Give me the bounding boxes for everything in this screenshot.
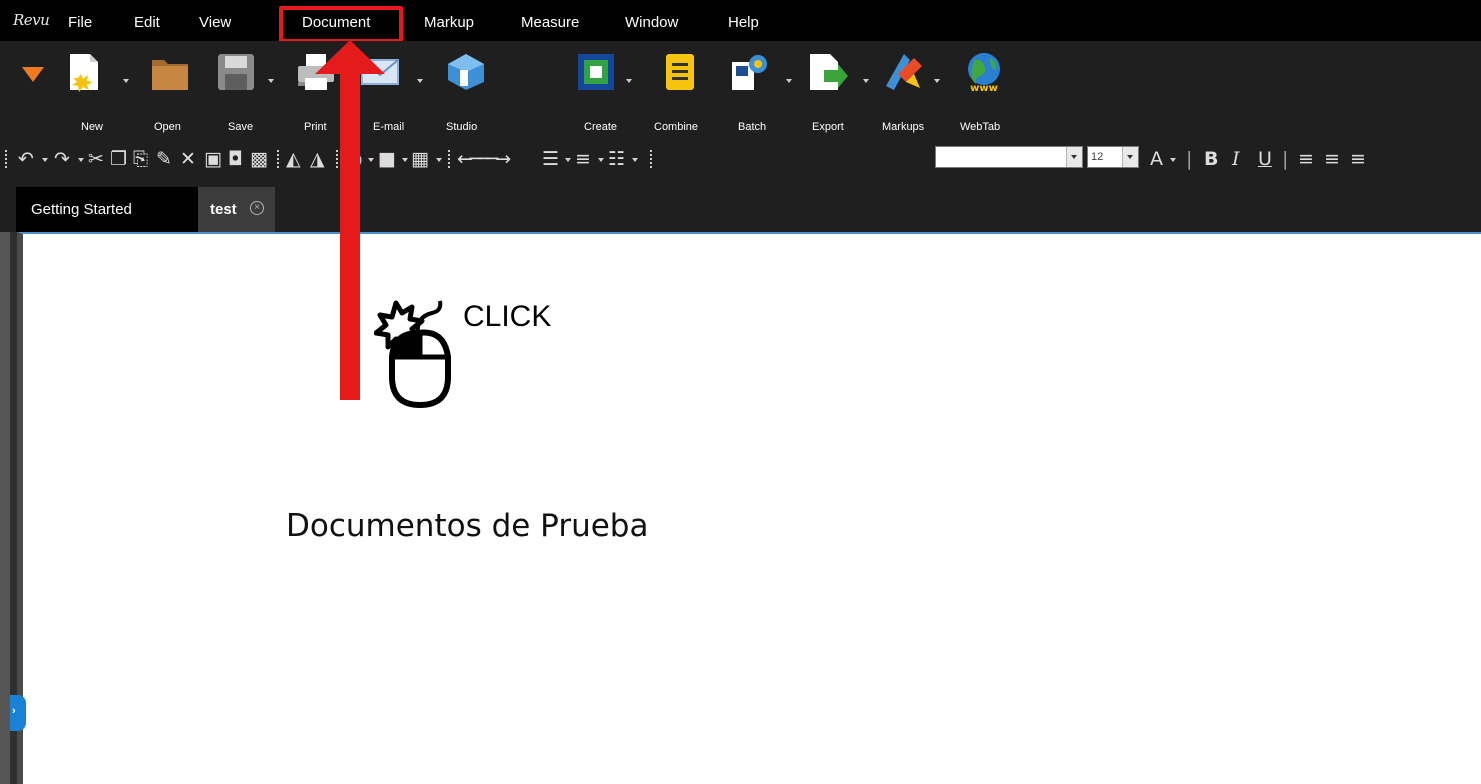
export-icon [810, 54, 848, 90]
divider-icon: | [1186, 148, 1193, 170]
stamp-icon[interactable]: ▩ [250, 148, 268, 170]
export-label: Export [812, 121, 844, 133]
text-color-dropdown-arrow[interactable] [1170, 158, 1176, 162]
italic-icon[interactable]: I [1232, 148, 1240, 170]
folder-icon [152, 60, 188, 90]
batch-label: Batch [738, 121, 767, 133]
font-family-select[interactable] [935, 146, 1083, 168]
text-color-icon[interactable]: A [1150, 148, 1163, 170]
new-label: New [81, 121, 104, 133]
menu-file[interactable]: File [68, 14, 92, 31]
svg-text:www: www [970, 83, 998, 92]
undo-icon[interactable]: ↶ [18, 148, 34, 170]
combine-label: Combine [654, 121, 699, 133]
document-tab-bar: Getting Started test × [0, 187, 1481, 232]
studio-icon [448, 54, 484, 90]
font-size-value: 12 [1091, 151, 1104, 163]
line-style-icon[interactable]: ☰ [542, 148, 559, 170]
menu-measure[interactable]: Measure [521, 14, 579, 31]
menu-window[interactable]: Window [625, 14, 678, 31]
markups-icon [886, 54, 922, 90]
new-document-icon [70, 54, 98, 92]
underline-icon[interactable]: U [1258, 148, 1272, 170]
edit-format-strip: ↶ ↷ ✂ ❐ ⎘ ✎ ✕ ▣ ◘ ▩ ◭ ◮ ● ■ ▦ ←───→ ☰ ≡ … [0, 138, 1481, 180]
tab-label: test [210, 201, 237, 218]
line-arrow-style-icon[interactable]: ←───→ [457, 148, 511, 170]
separator [448, 150, 450, 168]
chevron-down-icon [1071, 155, 1077, 159]
copy-icon[interactable]: ❐ [110, 148, 127, 170]
toolbar-expander-icon[interactable] [22, 67, 44, 83]
revu-logo: Revu [13, 11, 50, 29]
studio-label: Studio [446, 121, 478, 133]
markups-label: Markups [882, 121, 925, 133]
hatch-pattern-icon[interactable]: ▦ [411, 148, 429, 170]
dash-style-icon[interactable]: ☷ [608, 148, 625, 170]
left-panel-strip [0, 232, 10, 784]
pointer-arrow-annotation [315, 40, 385, 400]
format-painter-icon[interactable]: ✎ [156, 148, 172, 170]
document-heading: Documentos de Prueba [286, 508, 649, 544]
combine-icon [666, 54, 694, 90]
snapshot-icon[interactable]: ▣ [204, 148, 222, 170]
undo-dropdown-arrow[interactable] [42, 158, 48, 162]
redo-dropdown-arrow[interactable] [78, 158, 84, 162]
align-center-icon[interactable]: ≡ [1324, 148, 1340, 170]
separator [650, 150, 652, 168]
create-icon [578, 54, 614, 90]
floppy-disk-icon [218, 54, 254, 90]
save-label: Save [228, 121, 254, 133]
bold-icon[interactable]: B [1204, 148, 1218, 170]
panel-expand-button[interactable]: › [10, 695, 26, 731]
dash-style-dropdown-arrow[interactable] [632, 158, 638, 162]
paste-snapshot-icon[interactable]: ◘ [228, 148, 243, 170]
create-label: Create [584, 121, 618, 133]
align-left-icon[interactable]: ≡ [1298, 148, 1314, 170]
open-label: Open [154, 121, 181, 133]
cut-icon[interactable]: ✂ [88, 148, 104, 170]
close-icon[interactable]: × [250, 201, 264, 215]
mouse-click-icon [374, 300, 451, 409]
document-menu-highlight-box [279, 6, 403, 43]
font-size-dropdown-button[interactable] [1122, 147, 1138, 167]
email-dropdown-arrow[interactable] [417, 79, 423, 83]
save-dropdown-arrow[interactable] [268, 79, 274, 83]
markups-dropdown-arrow[interactable] [934, 79, 940, 83]
delete-icon[interactable]: ✕ [180, 148, 196, 170]
flip-horizontal-icon[interactable]: ◭ [286, 148, 301, 170]
line-style-dropdown-arrow[interactable] [565, 158, 571, 162]
hatch-dropdown-arrow[interactable] [436, 158, 442, 162]
line-width-icon[interactable]: ≡ [575, 148, 591, 170]
line-color-dropdown-arrow[interactable] [402, 158, 408, 162]
tab-label: Getting Started [31, 201, 132, 218]
paste-icon[interactable]: ⎘ [133, 148, 148, 170]
new-dropdown-arrow[interactable] [123, 79, 129, 83]
line-width-dropdown-arrow[interactable] [598, 158, 604, 162]
font-size-select[interactable]: 12 [1087, 146, 1139, 168]
chevron-right-icon: › [12, 705, 16, 717]
batch-dropdown-arrow[interactable] [786, 79, 792, 83]
tab-getting-started[interactable]: Getting Started [16, 187, 198, 232]
redo-icon[interactable]: ↷ [54, 148, 70, 170]
menu-edit[interactable]: Edit [134, 14, 160, 31]
tab-test[interactable]: test × [198, 187, 275, 232]
document-page [17, 232, 1481, 784]
menu-help[interactable]: Help [728, 14, 759, 31]
globe-icon: www [968, 53, 1000, 92]
chevron-down-icon [1127, 155, 1133, 159]
menu-markup[interactable]: Markup [424, 14, 474, 31]
font-family-dropdown-button[interactable] [1066, 147, 1082, 167]
export-dropdown-arrow[interactable] [863, 79, 869, 83]
create-dropdown-arrow[interactable] [626, 79, 632, 83]
align-right-icon[interactable]: ≡ [1350, 148, 1366, 170]
menu-view[interactable]: View [199, 14, 231, 31]
webtab-label: WebTab [960, 121, 1001, 133]
batch-icon [732, 55, 767, 90]
menu-bar: Revu File Edit View Document Markup Meas… [0, 0, 1481, 43]
divider-icon: | [1282, 148, 1289, 170]
separator [277, 150, 279, 168]
click-caption: CLICK [463, 300, 552, 333]
separator [5, 150, 7, 168]
main-toolbar: New Open Save Print E-mail Studio Create… [0, 41, 1481, 187]
